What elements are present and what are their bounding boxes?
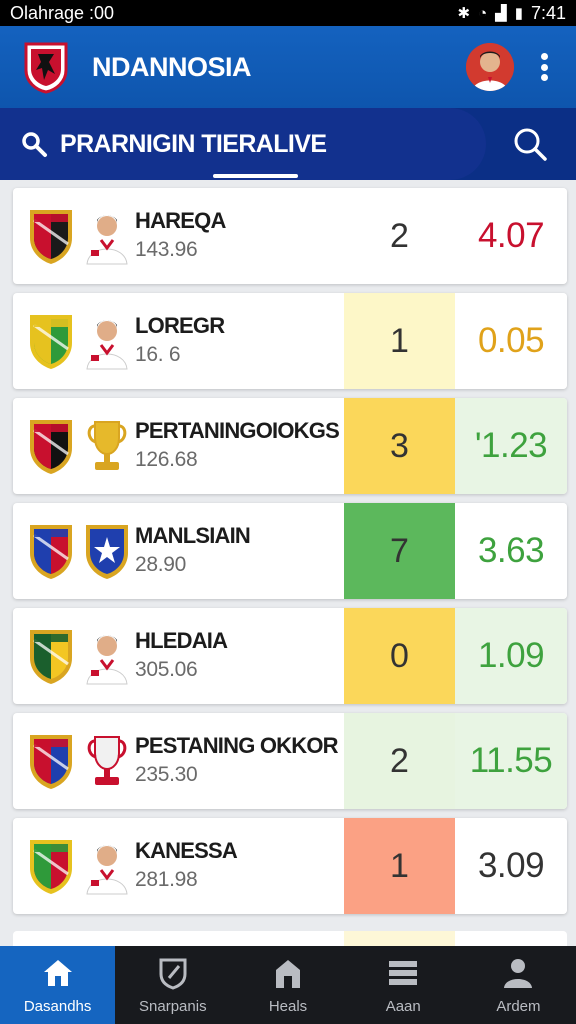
odds-cell[interactable]: 11.55 bbox=[455, 713, 567, 809]
match-row[interactable]: HAREQA 143.96 2 4.07 bbox=[13, 188, 567, 284]
stadium-icon bbox=[270, 956, 306, 998]
signal-icon: ▟ bbox=[495, 5, 507, 22]
match-name: HAREQA bbox=[135, 208, 226, 233]
app-header: NDANNOSIA bbox=[0, 26, 576, 108]
odds-cell[interactable]: 3.63 bbox=[455, 503, 567, 599]
player-avatar-icon bbox=[83, 836, 131, 896]
shield-icon bbox=[155, 956, 191, 998]
search-bar: PRARNIGIN TIERALIVE bbox=[0, 108, 576, 180]
score-cell[interactable]: 1 bbox=[344, 818, 455, 914]
match-row[interactable]: MANLSIAIN 28.90 7 3.63 bbox=[13, 503, 567, 599]
team-crest-icon bbox=[27, 731, 75, 791]
score-cell[interactable]: 2 bbox=[344, 713, 455, 809]
team-crest-icon bbox=[83, 521, 131, 581]
nav-item-home[interactable]: Dasandhs bbox=[0, 946, 116, 1024]
player-avatar-icon bbox=[83, 311, 131, 371]
match-row[interactable]: LOREGR 16. 6 1 0.05 bbox=[13, 293, 567, 389]
match-row[interactable]: HLEDAIA 305.06 0 1.09 bbox=[13, 608, 567, 704]
nav-label: Snarpanis bbox=[139, 997, 207, 1015]
match-list: HAREQA 143.96 2 4.07 LOREGR 16. 6 1 0.05 PERTA… bbox=[13, 188, 567, 923]
home-icon bbox=[40, 956, 76, 998]
battery-icon: ▮ bbox=[514, 5, 523, 22]
match-subtext: 16. 6 bbox=[135, 343, 181, 366]
odds-cell[interactable]: '1.23 bbox=[455, 398, 567, 494]
nav-item-shield[interactable]: Snarpanis bbox=[115, 946, 230, 1024]
nav-label: Ardem bbox=[496, 997, 541, 1015]
filter-pill[interactable]: PRARNIGIN TIERALIVE bbox=[0, 108, 486, 180]
match-subtext: 126.68 bbox=[135, 448, 198, 471]
bluetooth-icon: ✱ bbox=[457, 5, 471, 22]
match-name: HLEDAIA bbox=[135, 628, 228, 653]
score-cell[interactable]: 3 bbox=[344, 398, 455, 494]
nav-label: Heals bbox=[268, 997, 308, 1015]
team-crest-icon bbox=[27, 521, 75, 581]
match-name: MANLSIAIN bbox=[135, 523, 251, 548]
match-row[interactable]: KANESSA 281.98 1 3.09 bbox=[13, 818, 567, 914]
status-carrier: Olahrage :00 bbox=[10, 2, 115, 23]
match-name: LOREGR bbox=[135, 313, 225, 338]
trophy-icon bbox=[83, 731, 131, 791]
nav-item-person[interactable]: Ardem bbox=[461, 946, 576, 1024]
nav-label: Dasandhs bbox=[23, 997, 92, 1015]
more-menu-icon[interactable] bbox=[534, 47, 554, 87]
list-item-partial bbox=[13, 931, 567, 947]
trophy-icon bbox=[83, 416, 131, 476]
filter-label: PRARNIGIN TIERALIVE bbox=[60, 129, 327, 158]
team-crest-icon bbox=[27, 311, 75, 371]
avatar[interactable] bbox=[466, 43, 514, 91]
match-subtext: 143.96 bbox=[135, 238, 198, 261]
search-button-icon[interactable] bbox=[510, 124, 550, 164]
match-subtext: 28.90 bbox=[135, 553, 187, 576]
nav-item-list[interactable]: Aaan bbox=[346, 946, 461, 1024]
odds-cell[interactable]: 0.05 bbox=[455, 293, 567, 389]
match-subtext: 235.30 bbox=[135, 763, 198, 786]
nav-item-stadium[interactable]: Heals bbox=[230, 946, 345, 1024]
status-time: 7:41 bbox=[530, 2, 566, 23]
match-name: PERTANINGOIOKGS bbox=[135, 418, 340, 443]
app-title: NDANNOSIA bbox=[92, 51, 252, 82]
odds-cell[interactable]: 1.09 bbox=[455, 608, 567, 704]
odds-cell[interactable]: 4.07 bbox=[455, 188, 567, 284]
team-crest-icon bbox=[27, 626, 75, 686]
odds-cell[interactable]: 3.09 bbox=[455, 818, 567, 914]
score-cell[interactable]: 0 bbox=[344, 608, 455, 704]
score-cell[interactable]: 1 bbox=[344, 293, 455, 389]
score-cell[interactable]: 2 bbox=[344, 188, 455, 284]
match-name: PESTANING OKKOR bbox=[135, 733, 339, 758]
nav-label: Aaan bbox=[385, 997, 421, 1015]
team-crest-icon bbox=[27, 836, 75, 896]
match-name: KANESSA bbox=[135, 838, 238, 863]
team-crest-icon bbox=[27, 416, 75, 476]
team-crest-icon bbox=[27, 206, 75, 266]
search-icon bbox=[22, 132, 47, 157]
person-icon bbox=[500, 956, 536, 998]
list-icon bbox=[385, 956, 421, 998]
bottom-navigation: Dasandhs Snarpanis Heals Aaan Ardem bbox=[0, 946, 576, 1024]
score-cell[interactable]: 7 bbox=[344, 503, 455, 599]
match-row[interactable]: PERTANINGOIOKGS 126.68 3'1.23 bbox=[13, 398, 567, 494]
player-avatar-icon bbox=[83, 206, 131, 266]
status-bar: Olahrage :00 ✱ ◔ ▟ ▮ 7:41 bbox=[0, 0, 576, 26]
tab-indicator bbox=[213, 174, 298, 178]
match-subtext: 305.06 bbox=[135, 658, 198, 681]
player-avatar-icon bbox=[83, 626, 131, 686]
wifi-icon: ◔ bbox=[478, 4, 488, 22]
match-row[interactable]: PESTANING OKKOR 235.30 2 11.55 bbox=[13, 713, 567, 809]
match-subtext: 281.98 bbox=[135, 868, 198, 891]
app-logo-icon[interactable] bbox=[22, 40, 70, 94]
